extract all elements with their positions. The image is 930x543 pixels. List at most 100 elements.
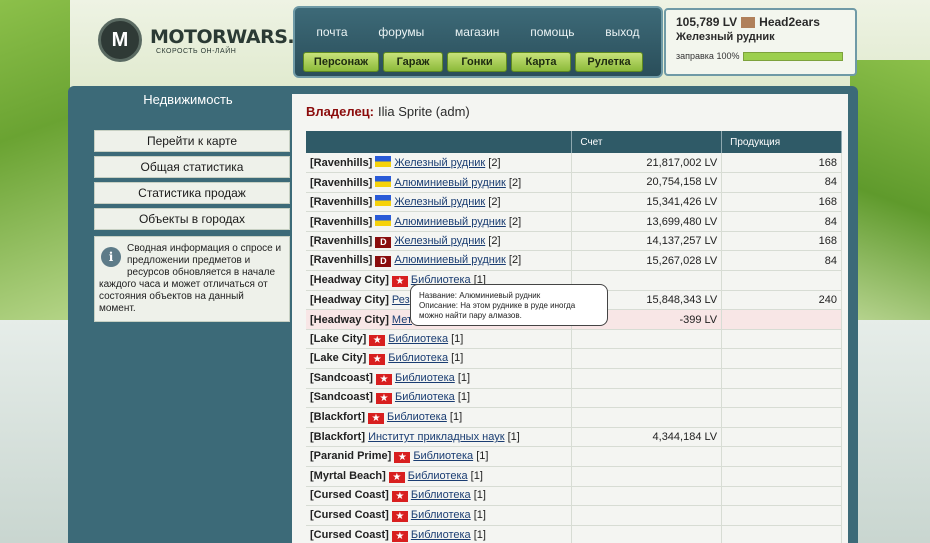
object-link[interactable]: Библиотека (388, 352, 448, 364)
cell-object: [Cursed Coast] ★ Библиотека [1] (306, 525, 573, 543)
table-row: [Cursed Coast] ★ Библиотека [1] (306, 486, 842, 507)
info-icon: i (101, 247, 121, 267)
cell-score: 14,137,257 LV (571, 231, 723, 252)
avatar[interactable] (741, 16, 756, 28)
object-link[interactable]: Библиотека (388, 333, 448, 345)
table-row: [Ravenhills] Алюминиевый рудник [2] 13,699… (306, 211, 842, 232)
city-name: [Lake City] (310, 332, 367, 345)
column-header-score: Счет (571, 131, 723, 153)
cell-object: [Lake City] ★ Библиотека [1] (306, 329, 573, 350)
clan-badge-icon: D (375, 236, 392, 248)
cell-score: 13,699,480 LV (571, 211, 723, 232)
cell-production (721, 486, 842, 507)
cell-score (571, 407, 723, 428)
object-link[interactable]: Алюминиевый рудник (394, 254, 505, 266)
cell-production: 168 (721, 192, 842, 213)
star-badge-icon: ★ (369, 334, 386, 346)
object-link[interactable]: Алюминиевый рудник (394, 216, 505, 228)
table-row: [Lake City] ★ Библиотека [1] (306, 329, 842, 350)
sidebar-item-city-objects[interactable]: Объекты в городах (94, 208, 290, 230)
table-row: [Lake City] ★ Библиотека [1] (306, 348, 842, 370)
star-badge-icon: ★ (369, 354, 386, 366)
info-text: Сводная информация о спросе и предложени… (99, 243, 282, 314)
cell-production: 84 (721, 172, 842, 193)
nav-link-logout[interactable]: выход (605, 25, 639, 39)
owner-label: Владелец: (306, 103, 374, 119)
sidebar-item-sales-stats[interactable]: Статистика продаж (94, 182, 290, 204)
site-logo[interactable]: M MOTORWARS.RU СКОРОСТЬ ОН-ЛАЙН (98, 18, 324, 62)
cell-object: [Cursed Coast] ★ Библиотека [1] (306, 505, 573, 526)
user-balance: 105,789 LV (676, 15, 738, 29)
object-link[interactable]: Библиотека (395, 372, 455, 384)
object-count: [2] (508, 176, 522, 189)
fuel-bar (743, 51, 844, 61)
object-link[interactable]: Библиотека (411, 489, 471, 501)
object-link[interactable]: Железный рудник (394, 157, 485, 169)
nav-button-roulette[interactable]: Рулетка (575, 52, 643, 72)
cell-object: [Blackfort] Институт прикладных наук [1] (306, 427, 573, 448)
fuel-status: заправка 100% (676, 51, 845, 61)
sidebar: Перейти к карте Общая статистика Статист… (94, 130, 290, 322)
object-link[interactable]: Мет (392, 314, 412, 326)
table-row: [Cursed Coast] ★ Библиотека [1] (306, 505, 842, 526)
property-table: Счет Продукция [Ravenhills] Железный рудн… (306, 131, 842, 543)
cell-production (721, 270, 842, 291)
object-link[interactable]: Железный рудник (394, 235, 485, 247)
city-name: [Ravenhills] (310, 196, 373, 209)
object-link[interactable]: Библиотека (411, 529, 471, 541)
object-count: [2] (508, 216, 522, 229)
nav-button-races[interactable]: Гонки (447, 52, 507, 72)
table-row: [Ravenhills] Железный рудник [2] 21,817,00… (306, 153, 842, 174)
nav-button-garage[interactable]: Гараж (383, 52, 443, 72)
user-name[interactable]: Head2ears (759, 15, 820, 29)
star-badge-icon: ★ (391, 510, 408, 522)
cell-object: [Ravenhills] Железный рудник [2] (306, 192, 573, 213)
nav-button-character[interactable]: Персонаж (303, 52, 379, 72)
cell-production (721, 329, 842, 350)
object-count: [1] (470, 469, 483, 482)
object-link[interactable]: Институт прикладных наук (368, 431, 504, 443)
object-link[interactable]: Библиотека (408, 470, 468, 482)
cell-object: [Cursed Coast] ★ Библиотека [1] (306, 486, 573, 507)
cell-score: 21,817,002 LV (571, 153, 723, 174)
city-name: [Ravenhills] (310, 254, 373, 267)
city-name: [Ravenhills] (310, 216, 373, 229)
nav-link-shop[interactable]: магазин (455, 25, 499, 39)
table-row: [Myrtal Beach] ★ Библиотека [1] (306, 466, 842, 487)
nav-link-help[interactable]: помощь (530, 25, 574, 39)
cell-score (571, 525, 723, 543)
tooltip-description: Описание: На этом руднике в руде иногда … (419, 301, 576, 320)
object-link[interactable]: Рез (392, 294, 410, 306)
object-link[interactable]: Библиотека (395, 391, 455, 403)
cell-score (571, 388, 723, 409)
nav-button-map[interactable]: Карта (511, 52, 571, 72)
cell-object: [Ravenhills] Алюминиевый рудник [2] (306, 172, 573, 193)
cell-score: 20,754,158 LV (571, 172, 723, 193)
star-badge-icon: ★ (388, 471, 405, 483)
star-badge-icon: ★ (394, 452, 411, 464)
star-badge-icon: ★ (368, 413, 385, 425)
user-location: Железный рудник (676, 31, 775, 43)
cell-object: [Ravenhills] Алюминиевый рудник [2] (306, 211, 573, 232)
object-link[interactable]: Библиотека (411, 509, 471, 521)
object-link[interactable]: Библиотека (387, 411, 447, 423)
nav-link-forums[interactable]: форумы (378, 25, 424, 39)
table-row: [Cursed Coast] ★ Библиотека [1] (306, 525, 842, 543)
cell-production: 240 (721, 290, 842, 311)
object-count: [2] (488, 157, 501, 170)
city-name: [Lake City] (310, 352, 367, 365)
cell-production (721, 466, 842, 487)
table-row: [Sandcoast] ★ Библиотека [1] (306, 388, 842, 409)
city-name: [Cursed Coast] (310, 528, 389, 541)
table-header-row: Счет Продукция (306, 131, 842, 153)
table-row: [Blackfort] ★ Библиотека [1] (306, 407, 842, 428)
nav-link-mail[interactable]: почта (316, 25, 347, 39)
object-link[interactable]: Железный рудник (394, 196, 485, 208)
table-row: [Paranid Prime] ★ Библиотека [1] (306, 446, 842, 467)
object-count: [1] (473, 508, 486, 521)
sidebar-item-general-stats[interactable]: Общая статистика (94, 156, 290, 178)
sidebar-item-go-to-map[interactable]: Перейти к карте (94, 130, 290, 152)
object-link[interactable]: Алюминиевый рудник (394, 177, 505, 189)
object-link[interactable]: Библиотека (413, 450, 473, 462)
cell-production (721, 407, 842, 428)
